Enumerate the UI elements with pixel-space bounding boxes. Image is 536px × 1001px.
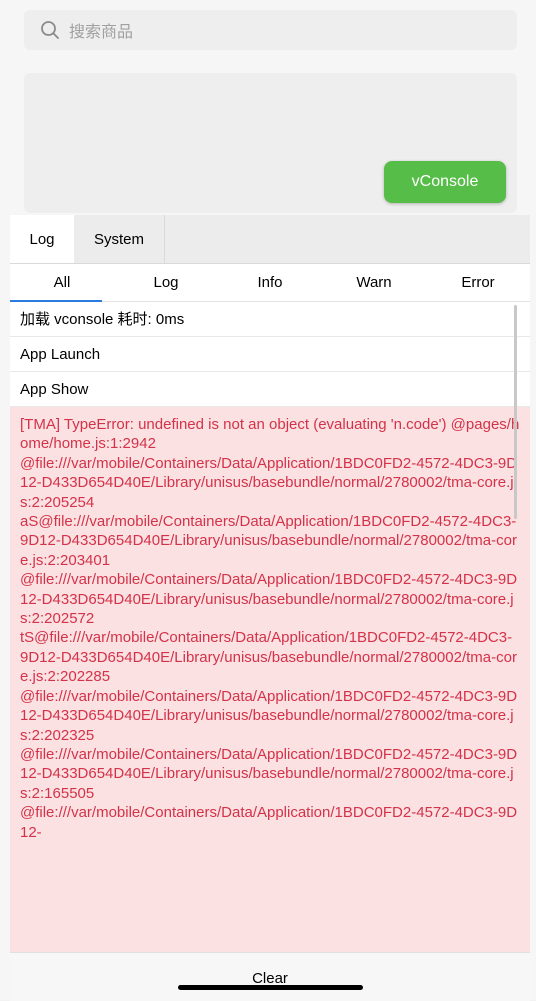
search-placeholder: 搜索商品: [69, 24, 134, 41]
filter-tab-log[interactable]: Log: [114, 264, 218, 301]
search-bar[interactable]: 搜索商品: [24, 10, 517, 50]
vconsole-panel: Log System All Log Info Warn Error 加载 vc…: [10, 215, 530, 1000]
filter-tab-warn[interactable]: Warn: [322, 264, 426, 301]
filter-tab-info[interactable]: Info: [218, 264, 322, 301]
vconsole-button[interactable]: vConsole: [384, 161, 506, 203]
search-icon: [41, 21, 59, 39]
log-item: App Launch: [10, 337, 530, 372]
top-tabs: Log System: [10, 215, 530, 264]
log-list[interactable]: 加载 vconsole 耗时: 0ms App Launch App Show …: [10, 302, 530, 967]
tab-system[interactable]: System: [74, 215, 165, 263]
filter-tab-error[interactable]: Error: [426, 264, 530, 301]
error-log-item: [TMA] TypeError: undefined is not an obj…: [10, 407, 530, 967]
log-item: App Show: [10, 372, 530, 407]
log-scrollbar[interactable]: [514, 305, 517, 519]
log-item: 加载 vconsole 耗时: 0ms: [10, 302, 530, 337]
footer-toolbar: Clear: [10, 952, 530, 1001]
filter-tab-all[interactable]: All: [10, 264, 114, 301]
home-indicator: [178, 985, 363, 990]
tab-log[interactable]: Log: [10, 215, 74, 263]
filter-tabs: All Log Info Warn Error: [10, 264, 530, 302]
clear-button[interactable]: Clear: [252, 970, 288, 987]
